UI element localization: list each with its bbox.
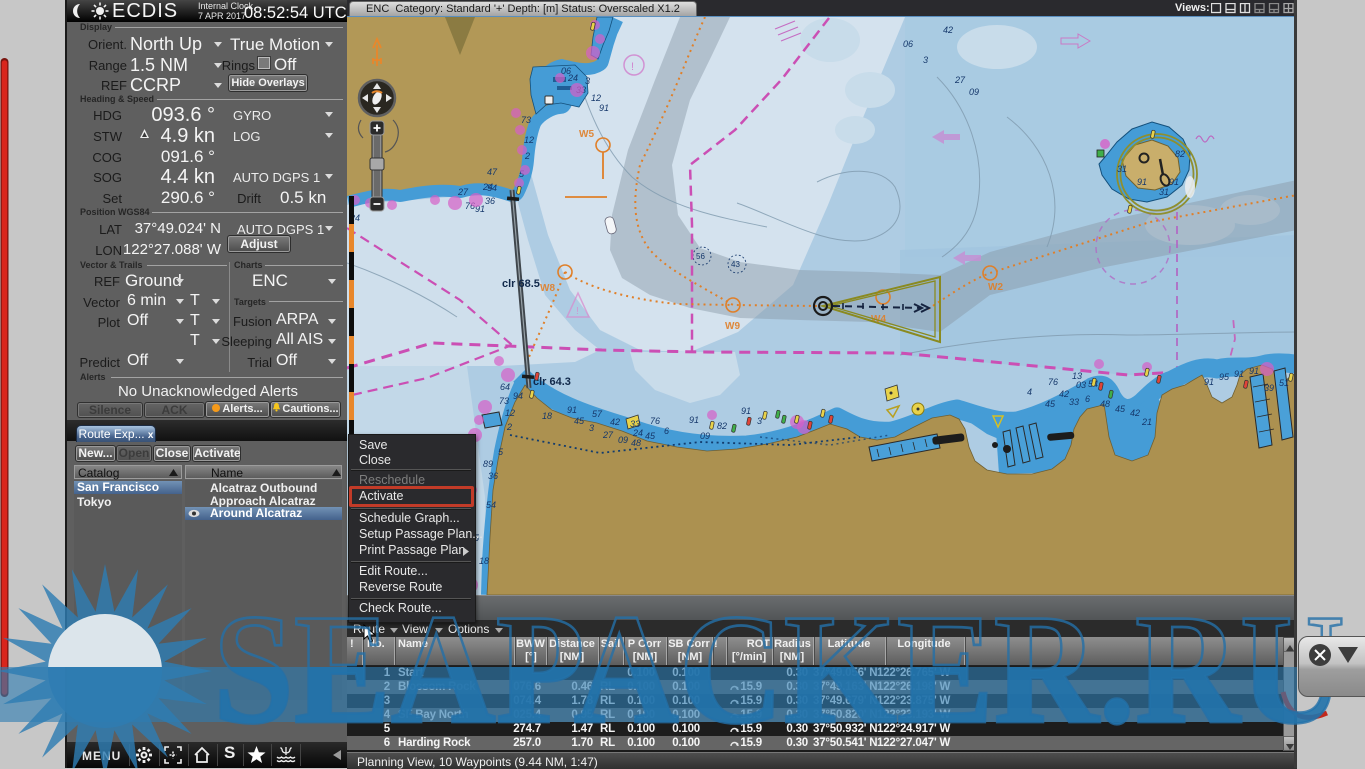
- svg-text:36: 36: [485, 196, 495, 206]
- svg-text:54: 54: [486, 500, 496, 510]
- svg-text:89: 89: [483, 459, 493, 469]
- svg-text:73: 73: [499, 396, 509, 406]
- svg-text:12: 12: [505, 408, 515, 418]
- svg-text:03: 03: [1076, 380, 1086, 390]
- svg-text:24: 24: [567, 73, 578, 83]
- svg-text:27: 27: [457, 187, 469, 197]
- svg-text:91: 91: [1234, 369, 1244, 379]
- svg-text:12: 12: [524, 135, 534, 145]
- svg-text:91: 91: [741, 406, 751, 416]
- svg-text:33: 33: [1069, 397, 1079, 407]
- svg-text:91: 91: [1204, 377, 1214, 387]
- svg-text:43: 43: [731, 260, 740, 269]
- svg-text:3: 3: [589, 423, 594, 433]
- svg-text:6: 6: [1085, 394, 1090, 404]
- svg-text:76: 76: [1048, 377, 1058, 387]
- svg-text:91: 91: [689, 415, 699, 425]
- svg-text:!: !: [576, 306, 579, 317]
- svg-text:18: 18: [479, 556, 489, 566]
- svg-text:W9: W9: [725, 321, 740, 332]
- svg-text:42: 42: [610, 417, 620, 427]
- svg-text:42: 42: [1130, 408, 1140, 418]
- svg-text:W8: W8: [540, 283, 555, 294]
- svg-text:3: 3: [923, 55, 928, 65]
- svg-text:73: 73: [521, 115, 531, 125]
- svg-text:2: 2: [506, 422, 512, 432]
- svg-text:42: 42: [943, 25, 953, 35]
- svg-text:W5: W5: [579, 129, 594, 140]
- svg-text:47: 47: [487, 167, 498, 177]
- svg-text:clr 68.5: clr 68.5: [502, 278, 540, 290]
- svg-text:48: 48: [1100, 399, 1110, 409]
- svg-text:31: 31: [1117, 164, 1127, 174]
- svg-text:45: 45: [574, 416, 585, 426]
- svg-text:64: 64: [500, 382, 510, 392]
- svg-text:18: 18: [542, 411, 552, 421]
- svg-text:12: 12: [591, 93, 601, 103]
- svg-text:91: 91: [599, 103, 609, 113]
- svg-text:09: 09: [969, 87, 979, 97]
- svg-text:42: 42: [1059, 389, 1069, 399]
- svg-text:!: !: [631, 61, 634, 73]
- svg-text:76: 76: [650, 416, 660, 426]
- svg-text:91: 91: [567, 405, 577, 415]
- svg-text:51: 51: [1279, 378, 1289, 388]
- svg-text:39: 39: [1264, 383, 1274, 393]
- svg-text:6: 6: [664, 426, 669, 436]
- svg-text:06: 06: [903, 39, 913, 49]
- svg-text:45: 45: [645, 431, 656, 441]
- svg-text:3: 3: [757, 416, 762, 426]
- svg-text:24: 24: [632, 428, 643, 438]
- svg-text:09: 09: [618, 435, 628, 445]
- svg-text:95: 95: [1219, 372, 1230, 382]
- svg-text:31: 31: [1159, 187, 1169, 197]
- svg-text:57: 57: [592, 409, 603, 419]
- svg-text:82: 82: [717, 421, 727, 431]
- svg-text:91: 91: [1169, 177, 1179, 187]
- svg-text:91: 91: [1137, 177, 1147, 187]
- svg-text:94: 94: [513, 391, 523, 401]
- svg-text:09: 09: [700, 431, 710, 441]
- svg-text:27: 27: [954, 75, 966, 85]
- svg-text:56: 56: [696, 252, 705, 261]
- svg-text:45: 45: [1045, 399, 1056, 409]
- svg-text:91: 91: [1249, 366, 1259, 376]
- svg-text:W2: W2: [988, 282, 1003, 293]
- svg-text:45: 45: [1115, 404, 1126, 414]
- svg-text:48: 48: [631, 438, 641, 448]
- svg-text:4: 4: [1027, 387, 1032, 397]
- svg-text:54: 54: [487, 183, 497, 193]
- svg-text:27: 27: [602, 430, 614, 440]
- svg-text:21: 21: [1141, 417, 1152, 427]
- svg-text:36: 36: [488, 471, 498, 481]
- svg-text:82: 82: [1175, 149, 1185, 159]
